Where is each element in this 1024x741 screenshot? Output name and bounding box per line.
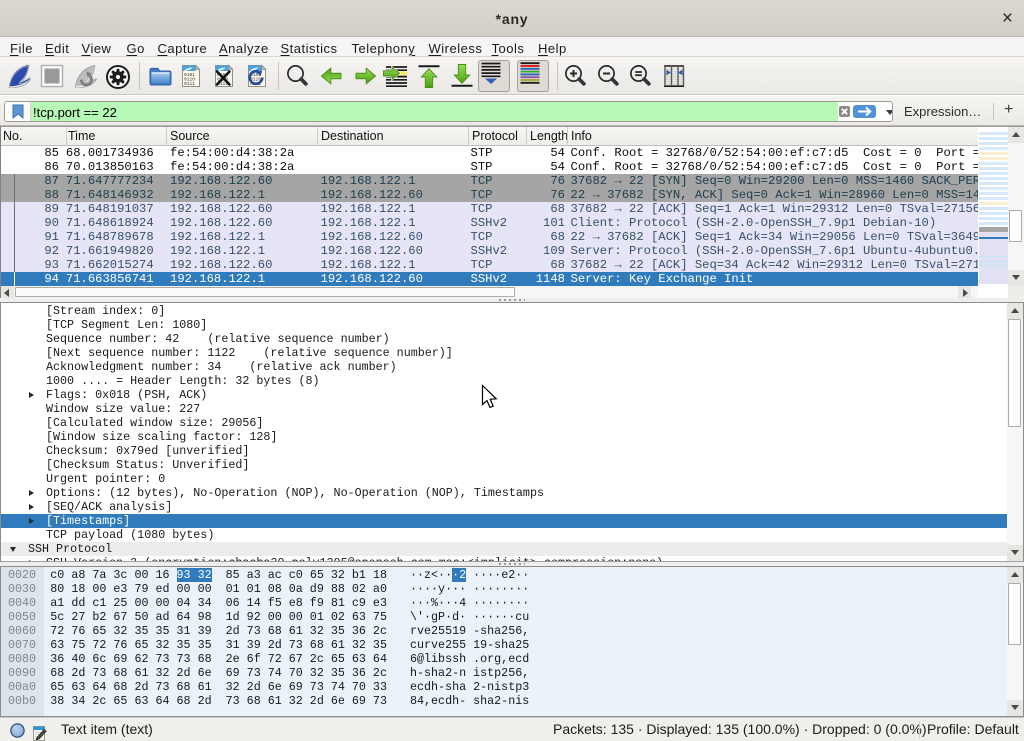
svg-text:0111: 0111: [184, 81, 195, 87]
